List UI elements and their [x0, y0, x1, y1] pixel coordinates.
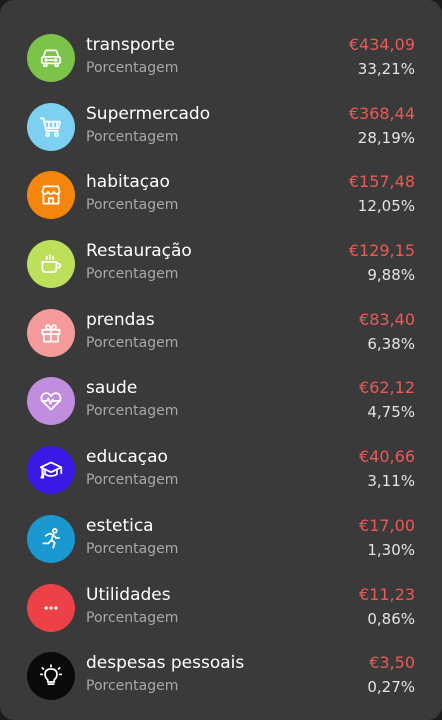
more-dots-icon	[44, 605, 58, 610]
category-name: estetica	[86, 515, 154, 536]
category-row-saude[interactable]: saude Porcentagem €62,12 4,75%	[0, 367, 442, 436]
category-icon-badge	[27, 308, 75, 357]
category-icon-badge	[27, 171, 75, 220]
category-icon-badge	[27, 446, 75, 495]
category-amount: €11,23	[359, 584, 415, 604]
category-name: educaçao	[86, 447, 168, 468]
category-subtitle: Porcentagem	[86, 266, 179, 283]
category-name: transporte	[86, 35, 176, 55]
category-name: despesas pessoais	[86, 653, 245, 674]
category-subtitle: Porcentagem	[86, 197, 179, 214]
category-subtitle: Porcentagem	[86, 128, 179, 145]
category-row-educacao[interactable]: educaçao Porcentagem €40,66 3,11%	[0, 436, 442, 505]
category-icon-badge	[27, 583, 75, 632]
category-percent: 33,21%	[357, 60, 415, 78]
category-row-restauracao[interactable]: Restauração Porcentagem €129,15 9,88%	[0, 230, 442, 299]
category-subtitle: Porcentagem	[86, 60, 179, 76]
category-name: saude	[86, 378, 138, 399]
running-person-icon	[42, 527, 60, 549]
category-icon-badge	[27, 102, 75, 151]
category-percent: 3,11%	[367, 472, 415, 491]
category-subtitle: Porcentagem	[86, 334, 179, 351]
category-icon-badge	[27, 652, 75, 701]
category-breakdown-card: transporte Porcentagem €434,09 33,21% Su…	[0, 0, 442, 720]
category-percent: 9,88%	[367, 266, 415, 285]
category-icon-badge	[27, 34, 75, 82]
category-icon-badge	[27, 377, 75, 426]
graduation-cap-icon	[39, 461, 63, 479]
coffee-cup-icon	[41, 254, 62, 274]
category-name: prendas	[86, 309, 155, 330]
category-amount: €62,12	[359, 378, 415, 398]
category-amount: €129,15	[348, 241, 415, 261]
category-amount: €83,40	[359, 309, 415, 329]
category-percent: 4,75%	[367, 403, 415, 422]
category-amount: €17,00	[359, 515, 415, 535]
heart-pulse-icon	[40, 392, 62, 411]
category-amount: €434,09	[348, 35, 415, 54]
gift-icon	[41, 324, 61, 343]
category-row-despesas-pessoais[interactable]: despesas pessoais Porcentagem €3,50 0,27…	[0, 642, 442, 711]
category-row-estetica[interactable]: estetica Porcentagem €17,00 1,30%	[0, 505, 442, 574]
category-amount: €157,48	[348, 172, 415, 192]
category-row-prendas[interactable]: prendas Porcentagem €83,40 6,38%	[0, 299, 442, 368]
category-row-supermercado[interactable]: Supermercado Porcentagem €368,44 28,19%	[0, 93, 442, 162]
category-percent: 28,19%	[357, 128, 415, 147]
category-row-habitacao[interactable]: habitaçao Porcentagem €157,48 12,05%	[0, 161, 442, 230]
category-percent: 6,38%	[367, 334, 415, 353]
category-subtitle: Porcentagem	[86, 472, 179, 489]
category-icon-badge	[27, 514, 75, 563]
category-name: Restauração	[86, 241, 192, 262]
car-icon	[40, 49, 62, 67]
category-subtitle: Porcentagem	[86, 403, 179, 420]
category-name: habitaçao	[86, 172, 170, 193]
category-amount: €3,50	[369, 653, 415, 673]
category-name: Supermercado	[86, 103, 211, 124]
category-name: Utilidades	[86, 584, 171, 605]
category-amount: €368,44	[348, 103, 415, 123]
category-subtitle: Porcentagem	[86, 609, 179, 626]
store-icon	[41, 185, 61, 205]
category-subtitle: Porcentagem	[86, 540, 179, 557]
category-row-utilidades[interactable]: Utilidades Porcentagem €11,23 0,86%	[0, 574, 442, 643]
category-percent: 0,27%	[367, 678, 415, 697]
category-percent: 1,30%	[367, 540, 415, 559]
category-amount: €40,66	[359, 447, 415, 467]
category-percent: 12,05%	[357, 197, 415, 216]
lightbulb-icon	[39, 664, 63, 686]
category-percent: 0,86%	[367, 609, 415, 628]
shopping-cart-icon	[39, 117, 62, 137]
category-subtitle: Porcentagem	[86, 678, 179, 695]
category-row-transporte[interactable]: transporte Porcentagem €434,09 33,21%	[0, 24, 442, 93]
category-icon-badge	[27, 240, 75, 289]
